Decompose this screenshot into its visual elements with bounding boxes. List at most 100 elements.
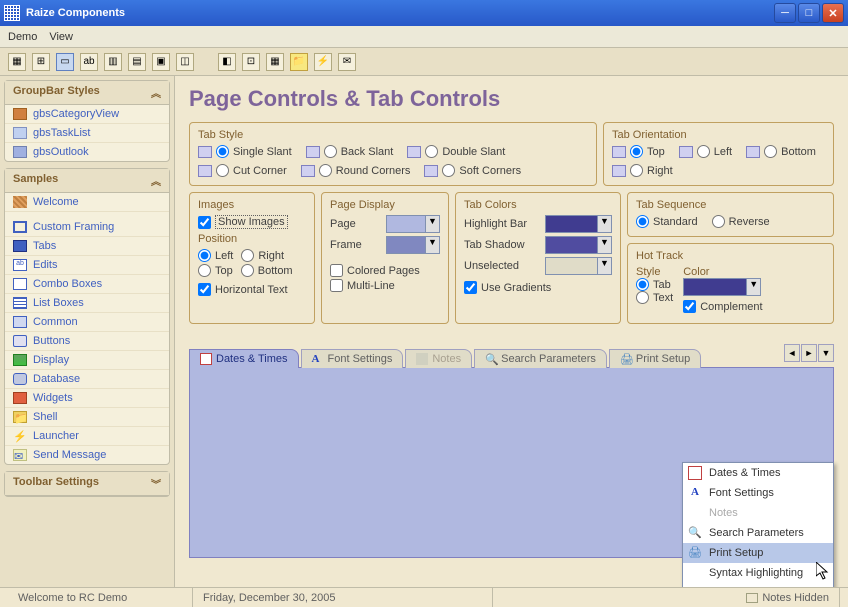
- check-colored-pages[interactable]: Colored Pages: [330, 264, 440, 277]
- radio-pos-bottom[interactable]: Bottom: [241, 264, 293, 277]
- sidebar-item-outlook[interactable]: gbsOutlook: [5, 143, 169, 161]
- radio-orient-left[interactable]: Left: [679, 145, 732, 158]
- toolbar-btn-9[interactable]: ◧: [218, 53, 236, 71]
- combo-page[interactable]: ▼: [386, 215, 440, 233]
- color-shadow[interactable]: ▼: [545, 236, 612, 254]
- color-highlight[interactable]: ▼: [545, 215, 612, 233]
- sidebar-item-display[interactable]: Display: [5, 351, 169, 370]
- radio-single-slant[interactable]: Single Slant: [198, 145, 292, 158]
- toolbar-btn-5[interactable]: ▥: [104, 53, 122, 71]
- toolbar-btn-3[interactable]: ▭: [56, 53, 74, 71]
- tab-menu-button[interactable]: ▼: [818, 344, 834, 362]
- toolbar-btn-2[interactable]: ⊞: [32, 53, 50, 71]
- sidebar-item-launcher[interactable]: ⚡Launcher: [5, 427, 169, 446]
- radio-soft-corners[interactable]: Soft Corners: [424, 164, 521, 177]
- radio-round-corners[interactable]: Round Corners: [301, 164, 411, 177]
- check-show-images[interactable]: Show Images: [198, 215, 306, 229]
- box-title-tabcolors: Tab Colors: [464, 199, 612, 211]
- status-welcome: Welcome to RC Demo: [8, 588, 193, 607]
- status-bar: Welcome to RC Demo Friday, December 30, …: [0, 587, 848, 607]
- radio-ht-text[interactable]: Text: [636, 291, 673, 304]
- content-area: Page Controls & Tab Controls Tab Style S…: [175, 76, 848, 587]
- calendar-icon: [200, 353, 212, 365]
- toolbar-btn-13[interactable]: ⚡: [314, 53, 332, 71]
- menu-demo[interactable]: Demo: [8, 31, 37, 43]
- tab-notes[interactable]: Notes: [405, 349, 472, 368]
- label-ht-color: Color: [683, 266, 762, 278]
- box-title-taborient: Tab Orientation: [612, 129, 825, 141]
- label-position: Position: [198, 233, 306, 245]
- box-tab-style: Tab Style Single Slant Back Slant Double…: [189, 122, 597, 186]
- toolbar-btn-7[interactable]: ▣: [152, 53, 170, 71]
- sidebar-item-database[interactable]: Database: [5, 370, 169, 389]
- check-multi-line[interactable]: Multi-Line: [330, 279, 440, 292]
- sidebar-item-custom-framing[interactable]: Custom Framing: [5, 218, 169, 237]
- dd-font-settings[interactable]: AFont Settings: [683, 483, 833, 503]
- radio-pos-left[interactable]: Left: [198, 249, 233, 262]
- toolbar-btn-4[interactable]: ab: [80, 53, 98, 71]
- sidebar-item-welcome[interactable]: Welcome: [5, 193, 169, 212]
- radio-orient-bottom[interactable]: Bottom: [746, 145, 816, 158]
- tab-dates-times[interactable]: Dates & Times: [189, 349, 299, 368]
- check-use-gradients[interactable]: Use Gradients: [464, 281, 612, 294]
- sidebar-item-edits[interactable]: abEdits: [5, 256, 169, 275]
- toolbar-btn-12[interactable]: 📁: [290, 53, 308, 71]
- radio-pos-right[interactable]: Right: [241, 249, 284, 262]
- sidebar-item-list-boxes[interactable]: List Boxes: [5, 294, 169, 313]
- sidebar-item-tabs[interactable]: Tabs: [5, 237, 169, 256]
- status-date: Friday, December 30, 2005: [193, 588, 493, 607]
- radio-orient-top[interactable]: Top: [612, 145, 665, 158]
- radio-cut-corner[interactable]: Cut Corner: [198, 164, 287, 177]
- color-hottrack[interactable]: ▼: [683, 278, 761, 296]
- chevron-down-icon: ︾: [151, 476, 161, 491]
- dd-notes[interactable]: Notes: [683, 503, 833, 523]
- dd-syntax-highlighting[interactable]: Syntax Highlighting: [683, 563, 833, 583]
- check-complement[interactable]: Complement: [683, 300, 762, 313]
- sidebar-item-combo-boxes[interactable]: Combo Boxes: [5, 275, 169, 294]
- menu-view[interactable]: View: [49, 31, 73, 43]
- radio-double-slant[interactable]: Double Slant: [407, 145, 505, 158]
- combo-frame[interactable]: ▼: [386, 236, 440, 254]
- sidebar-item-common[interactable]: Common: [5, 313, 169, 332]
- minimize-button[interactable]: ─: [774, 3, 796, 23]
- radio-seq-reverse[interactable]: Reverse: [712, 215, 770, 228]
- group-samples: Samples ︽ Welcome Custom Framing Tabs ab…: [4, 168, 170, 465]
- group-head-toolbar[interactable]: Toolbar Settings ︾: [5, 472, 169, 496]
- dd-keyboard-templates[interactable]: Keyboard Templates: [683, 583, 833, 587]
- sidebar-item-categoryview[interactable]: gbsCategoryView: [5, 105, 169, 124]
- check-horizontal-text[interactable]: Horizontal Text: [198, 283, 306, 296]
- radio-ht-tab[interactable]: Tab: [636, 278, 673, 291]
- toolbar-btn-8[interactable]: ◫: [176, 53, 194, 71]
- close-button[interactable]: ✕: [822, 3, 844, 23]
- toolbar-btn-1[interactable]: ▦: [8, 53, 26, 71]
- toolbar-btn-11[interactable]: ▦: [266, 53, 284, 71]
- dd-search-parameters[interactable]: 🔍Search Parameters: [683, 523, 833, 543]
- font-icon: A: [688, 486, 702, 500]
- sidebar-item-tasklist[interactable]: gbsTaskList: [5, 124, 169, 143]
- dd-print-setup[interactable]: 🖨Print Setup: [683, 543, 833, 563]
- radio-orient-right[interactable]: Right: [612, 164, 673, 177]
- toolbar-btn-6[interactable]: ▤: [128, 53, 146, 71]
- sidebar-item-buttons[interactable]: Buttons: [5, 332, 169, 351]
- tab-scroll-right[interactable]: ►: [801, 344, 817, 362]
- dd-dates-times[interactable]: Dates & Times: [683, 463, 833, 483]
- radio-seq-standard[interactable]: Standard: [636, 215, 698, 228]
- group-head-groupbar[interactable]: GroupBar Styles ︽: [5, 81, 169, 105]
- maximize-button[interactable]: □: [798, 3, 820, 23]
- group-head-samples[interactable]: Samples ︽: [5, 169, 169, 193]
- toolbar: ▦ ⊞ ▭ ab ▥ ▤ ▣ ◫ ◧ ⊡ ▦ 📁 ⚡ ✉: [0, 48, 848, 76]
- box-title-tabstyle: Tab Style: [198, 129, 588, 141]
- tab-search-parameters[interactable]: 🔍Search Parameters: [474, 349, 607, 368]
- tab-scroll-left[interactable]: ◄: [784, 344, 800, 362]
- radio-back-slant[interactable]: Back Slant: [306, 145, 394, 158]
- toolbar-btn-10[interactable]: ⊡: [242, 53, 260, 71]
- sidebar-item-widgets[interactable]: Widgets: [5, 389, 169, 408]
- radio-pos-top[interactable]: Top: [198, 264, 233, 277]
- sidebar-item-send-message[interactable]: ✉Send Message: [5, 446, 169, 464]
- sidebar-item-shell[interactable]: 📁Shell: [5, 408, 169, 427]
- color-unselected[interactable]: ▼: [545, 257, 612, 275]
- tab-strip: Dates & Times AFont Settings Notes 🔍Sear…: [189, 344, 834, 368]
- toolbar-btn-14[interactable]: ✉: [338, 53, 356, 71]
- tab-font-settings[interactable]: AFont Settings: [301, 349, 404, 368]
- tab-print-setup[interactable]: 🖨Print Setup: [609, 349, 701, 368]
